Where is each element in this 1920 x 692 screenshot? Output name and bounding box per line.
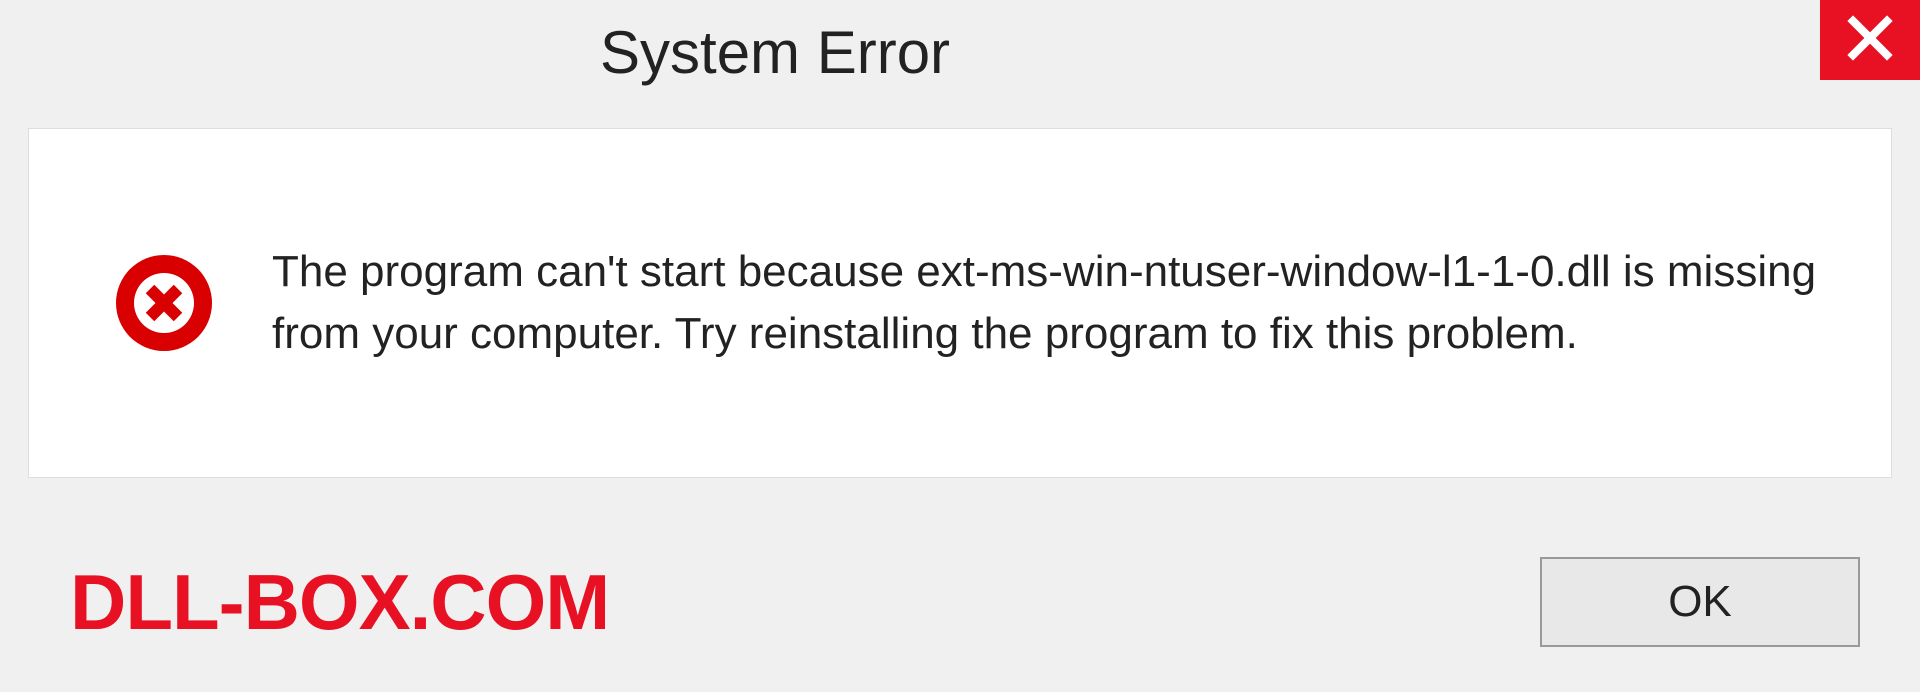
content-panel: The program can't start because ext-ms-w… bbox=[28, 128, 1892, 478]
close-button[interactable] bbox=[1820, 0, 1920, 80]
ok-button-label: OK bbox=[1668, 577, 1732, 627]
error-message: The program can't start because ext-ms-w… bbox=[272, 241, 1831, 364]
watermark-text: DLL-BOX.COM bbox=[70, 557, 609, 648]
title-bar: System Error bbox=[0, 0, 1920, 110]
ok-button[interactable]: OK bbox=[1540, 557, 1860, 647]
close-icon bbox=[1847, 15, 1893, 66]
dialog-title: System Error bbox=[600, 18, 950, 87]
footer: DLL-BOX.COM OK bbox=[0, 512, 1920, 692]
error-icon bbox=[114, 253, 214, 353]
